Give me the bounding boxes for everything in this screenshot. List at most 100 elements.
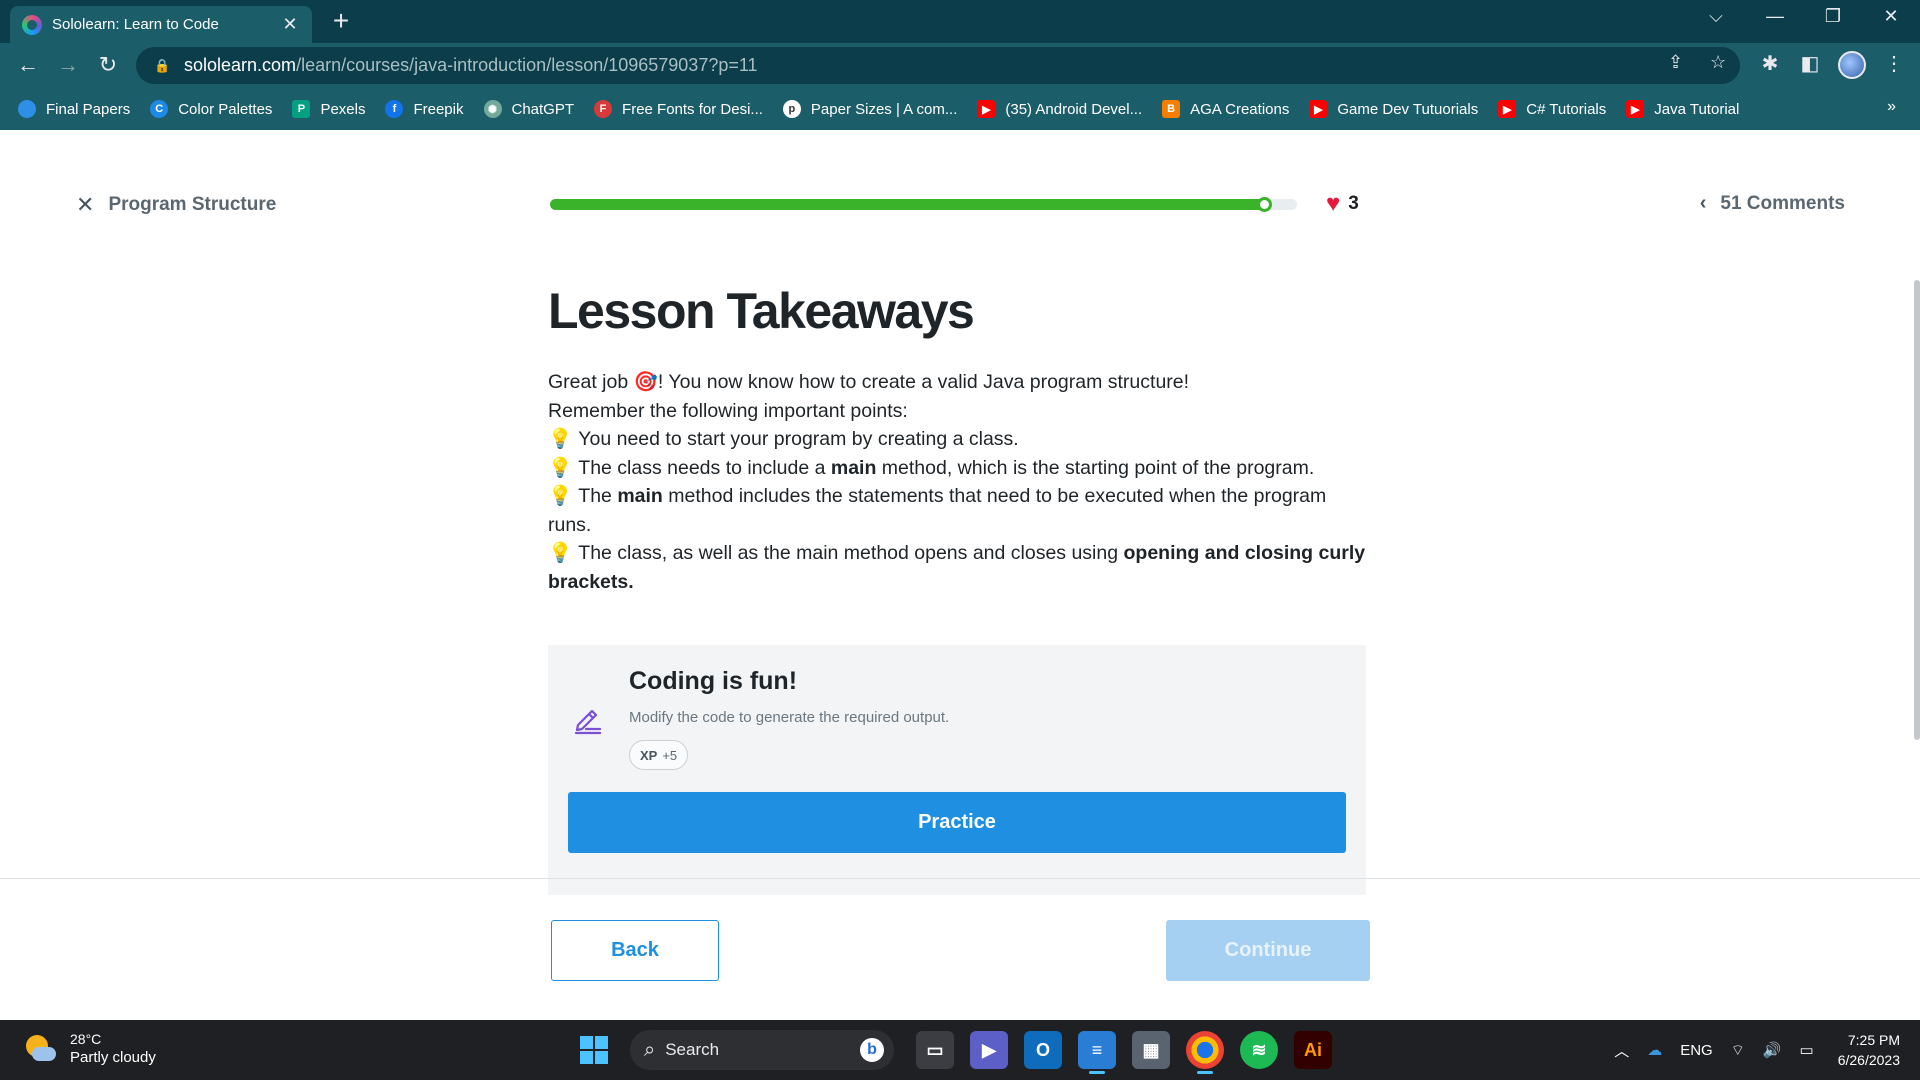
url-host: sololearn.com [184, 55, 297, 75]
freepik-icon: f [385, 100, 404, 118]
bookmarks-bar: Final Papers C Color Palettes P Pexels f Fr… [0, 88, 1920, 130]
menu-kebab-icon[interactable]: ⋮ [1880, 51, 1908, 76]
youtube-icon: ▶ [1626, 100, 1645, 118]
minimize-icon[interactable]: — [1760, 6, 1790, 27]
bookmark-item[interactable]: ▶ C# Tutorials [1498, 100, 1606, 118]
heart-icon: ♥ [1326, 190, 1341, 217]
task-view-icon[interactable]: ▭ [916, 1031, 954, 1069]
volume-icon[interactable]: 🔊 [1763, 1041, 1782, 1059]
youtube-icon: ▶ [1309, 100, 1328, 118]
remember-line: Remember the following important points: [548, 399, 908, 422]
continue-button[interactable]: Continue [1166, 920, 1370, 981]
bookmark-item[interactable]: C Color Palettes [150, 100, 272, 118]
takeaway-point: 💡 The main method includes the statements… [548, 485, 1327, 536]
chrome-icon[interactable] [1186, 1031, 1224, 1074]
weather-temp: 28°C [70, 1031, 102, 1047]
restore-icon[interactable]: ❐ [1818, 6, 1848, 27]
taskbar: 28°C Partly cloudy ⌕ Search b ▭ ▶ O ≡ ▦ … [0, 1020, 1920, 1080]
illustrator-icon[interactable]: Ai [1294, 1031, 1332, 1069]
language-indicator[interactable]: ENG [1680, 1042, 1713, 1059]
tray-overflow-chevron-icon[interactable]: ︿ [1614, 1040, 1629, 1061]
weather-widget[interactable]: 28°C Partly cloudy [24, 1030, 156, 1067]
calculator-icon[interactable]: ▦ [1132, 1031, 1170, 1069]
browser-toolbar: ← → ↻ 🔒 sololearn.com/learn/courses/java… [0, 43, 1920, 88]
extensions-icon[interactable]: ✱ [1756, 51, 1784, 76]
bookmark-item[interactable]: ▶ (35) Android Devel... [977, 100, 1142, 118]
new-tab-button[interactable]: + [326, 6, 356, 36]
pexels-icon: P [292, 100, 311, 118]
teams-chat-icon[interactable]: ▶ [970, 1031, 1008, 1069]
bookmark-item[interactable]: ▶ Java Tutorial [1626, 100, 1739, 118]
outlook-icon[interactable]: O [1024, 1031, 1062, 1069]
weather-condition: Partly cloudy [70, 1049, 156, 1066]
bookmark-item[interactable]: ▶ Game Dev Tutuorials [1309, 100, 1478, 118]
practice-button[interactable]: Practice [568, 792, 1346, 853]
tab-search-icon[interactable]: ⌵ [1701, 6, 1731, 27]
bookmark-star-icon[interactable]: ☆ [1710, 52, 1726, 73]
lesson-content: Great job 🎯! You now know how to create … [548, 368, 1368, 596]
close-lesson-button[interactable]: ✕ Program Structure [76, 192, 276, 218]
taskbar-search[interactable]: ⌕ Search b [630, 1030, 894, 1070]
profile-avatar[interactable] [1838, 51, 1866, 79]
target-icon: 🎯 [633, 371, 658, 393]
takeaway-point: 💡 The class needs to include a main metho… [548, 456, 1315, 479]
partly-cloudy-icon [24, 1033, 56, 1065]
notepad-icon[interactable]: ≡ [1078, 1031, 1116, 1074]
comments-button[interactable]: ‹ 51 Comments [1700, 192, 1845, 215]
lesson-progress-bar [550, 197, 1297, 212]
close-window-icon[interactable]: ✕ [1876, 6, 1906, 27]
bookmark-item[interactable]: F Free Fonts for Desi... [594, 100, 763, 118]
close-tab-icon[interactable]: ✕ [280, 14, 300, 35]
youtube-icon: ▶ [977, 100, 996, 118]
url-path: /learn/courses/java-introduction/lesson/… [296, 55, 758, 75]
lock-icon[interactable]: 🔒 [154, 58, 170, 74]
chatgpt-icon: ✺ [483, 100, 502, 118]
intro-line: Great job 🎯! You now know how to create … [548, 371, 1190, 393]
taskbar-search-label: Search [665, 1040, 720, 1059]
bookmark-item[interactable]: B AGA Creations [1162, 100, 1289, 118]
onedrive-icon[interactable]: ☁ [1647, 1041, 1662, 1059]
close-icon: ✕ [76, 192, 95, 217]
battery-icon[interactable]: ▭ [1800, 1041, 1814, 1059]
hearts-count: 3 [1348, 193, 1359, 214]
bookmark-item[interactable]: f Freepik [385, 100, 464, 118]
side-panel-icon[interactable]: ◧ [1796, 51, 1824, 76]
tab-strip: Sololearn: Learn to Code ✕ + ⌵ — ❐ ✕ [0, 0, 1920, 43]
clock-date: 6/26/2023 [1837, 1052, 1900, 1068]
paper-sizes-icon: p [782, 100, 801, 118]
page-scrollbar[interactable] [1914, 280, 1920, 740]
back-button[interactable]: Back [551, 920, 719, 981]
taskbar-apps: ⌕ Search b ▭ ▶ O ≡ ▦ ≋ Ai [580, 1028, 1340, 1074]
lesson-module-title: Program Structure [108, 194, 277, 215]
takeaway-point: 💡 You need to start your program by creat… [548, 428, 1019, 450]
bookmark-item[interactable]: ✺ ChatGPT [483, 100, 574, 118]
fonts-icon: F [594, 100, 613, 118]
lightbulb-icon: 💡 [548, 428, 573, 450]
address-bar[interactable]: 🔒 sololearn.com/learn/courses/java-intro… [136, 47, 1740, 84]
xp-badge: XP +5 [629, 740, 689, 770]
cloud-icon [18, 100, 36, 118]
lesson-title: Lesson Takeaways [548, 283, 975, 339]
progress-knob [1257, 197, 1272, 212]
bookmark-item[interactable]: Final Papers [18, 100, 130, 118]
bookmark-item[interactable]: P Pexels [292, 100, 365, 118]
chevron-left-icon: ‹ [1699, 192, 1707, 214]
lesson-page: ✕ Program Structure ♥ 3 ‹ 51 Comments Le… [0, 130, 1920, 1020]
reload-icon[interactable]: ↻ [94, 51, 122, 79]
forward-arrow-icon[interactable]: → [54, 51, 82, 79]
spotify-icon[interactable]: ≋ [1240, 1031, 1278, 1069]
bookmark-item[interactable]: p Paper Sizes | A com... [782, 100, 957, 118]
windows-start-icon[interactable] [580, 1036, 608, 1064]
share-icon[interactable]: ⇪ [1668, 52, 1683, 73]
bookmarks-overflow-button[interactable]: » [1887, 98, 1896, 116]
card-subtitle: Modify the code to generate the required… [629, 709, 950, 726]
tab-title: Sololearn: Learn to Code [52, 16, 219, 33]
browser-tab[interactable]: Sololearn: Learn to Code ✕ [10, 6, 312, 43]
back-arrow-icon[interactable]: ← [14, 51, 42, 79]
pencil-edit-icon [574, 709, 602, 735]
lightbulb-icon: 💡 [548, 485, 573, 507]
clock[interactable]: 7:25 PM 6/26/2023 [1838, 1030, 1900, 1070]
search-icon: ⌕ [644, 1038, 656, 1061]
blogger-icon: B [1162, 100, 1181, 118]
wifi-icon[interactable]: ⌔ [1731, 1041, 1745, 1060]
